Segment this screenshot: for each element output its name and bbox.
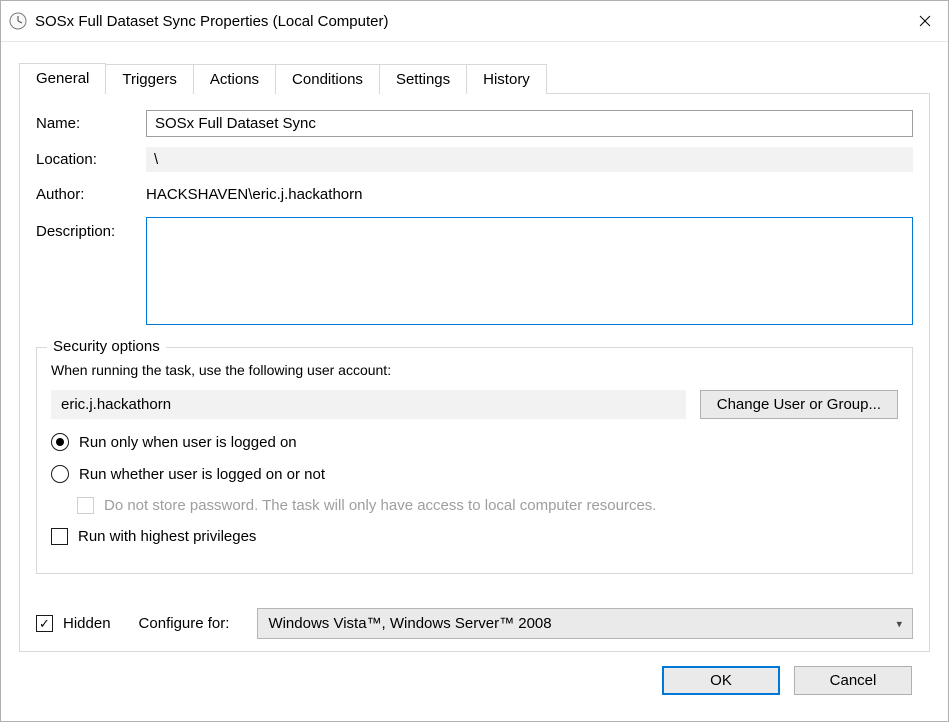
configure-for-label: Configure for: xyxy=(139,615,230,632)
checkbox-icon xyxy=(36,615,53,632)
checkbox-label: Hidden xyxy=(63,615,111,632)
radio-run-logged-on[interactable]: Run only when user is logged on xyxy=(51,433,898,451)
checkbox-no-store-password: Do not store password. The task will onl… xyxy=(77,497,898,514)
checkbox-icon xyxy=(51,528,68,545)
radio-label: Run only when user is logged on xyxy=(79,434,297,451)
configure-for-select[interactable]: Windows Vista™, Windows Server™ 2008 ▾ xyxy=(257,608,913,639)
tab-general[interactable]: General xyxy=(19,63,106,94)
description-input[interactable] xyxy=(146,217,913,325)
configure-for-value: Windows Vista™, Windows Server™ 2008 xyxy=(268,615,551,632)
radio-icon xyxy=(51,465,69,483)
author-label: Author: xyxy=(36,186,146,203)
dialog-window: SOSx Full Dataset Sync Properties (Local… xyxy=(0,0,949,722)
clock-icon xyxy=(9,12,27,30)
chevron-down-icon: ▾ xyxy=(896,617,902,630)
radio-run-logged-on-or-not[interactable]: Run whether user is logged on or not xyxy=(51,465,898,483)
author-value: HACKSHAVEN\eric.j.hackathorn xyxy=(146,182,913,207)
tabstrip: General Triggers Actions Conditions Sett… xyxy=(19,62,930,93)
tab-label: Triggers xyxy=(122,71,176,88)
checkbox-label: Do not store password. The task will onl… xyxy=(104,497,656,514)
checkbox-label: Run with highest privileges xyxy=(78,528,256,545)
checkbox-icon xyxy=(77,497,94,514)
tabpanel-general: Name: Location: \ Author: HACKSHAVEN\eri… xyxy=(19,93,930,652)
radio-icon xyxy=(51,433,69,451)
tab-conditions[interactable]: Conditions xyxy=(275,64,380,94)
name-input[interactable] xyxy=(146,110,913,137)
security-prompt: When running the task, use the following… xyxy=(51,362,898,378)
tab-triggers[interactable]: Triggers xyxy=(105,64,193,94)
name-label: Name: xyxy=(36,115,146,132)
security-options-legend: Security options xyxy=(47,338,166,355)
description-label: Description: xyxy=(36,217,146,240)
tab-actions[interactable]: Actions xyxy=(193,64,276,94)
tab-label: Settings xyxy=(396,71,450,88)
ok-button[interactable]: OK xyxy=(662,666,780,695)
change-user-button[interactable]: Change User or Group... xyxy=(700,390,898,419)
tab-label: General xyxy=(36,70,89,87)
tab-settings[interactable]: Settings xyxy=(379,64,467,94)
radio-label: Run whether user is logged on or not xyxy=(79,466,325,483)
window-title: SOSx Full Dataset Sync Properties (Local… xyxy=(35,13,902,30)
security-user: eric.j.hackathorn xyxy=(51,390,686,419)
tab-history[interactable]: History xyxy=(466,64,547,94)
titlebar: SOSx Full Dataset Sync Properties (Local… xyxy=(1,1,948,42)
location-label: Location: xyxy=(36,151,146,168)
location-value: \ xyxy=(146,147,913,172)
checkbox-hidden[interactable]: Hidden xyxy=(36,615,111,632)
security-options-group: Security options When running the task, … xyxy=(36,347,913,574)
close-button[interactable] xyxy=(902,1,948,41)
tab-label: History xyxy=(483,71,530,88)
tab-label: Conditions xyxy=(292,71,363,88)
checkbox-highest-privileges[interactable]: Run with highest privileges xyxy=(51,528,898,545)
tab-label: Actions xyxy=(210,71,259,88)
cancel-button[interactable]: Cancel xyxy=(794,666,912,695)
